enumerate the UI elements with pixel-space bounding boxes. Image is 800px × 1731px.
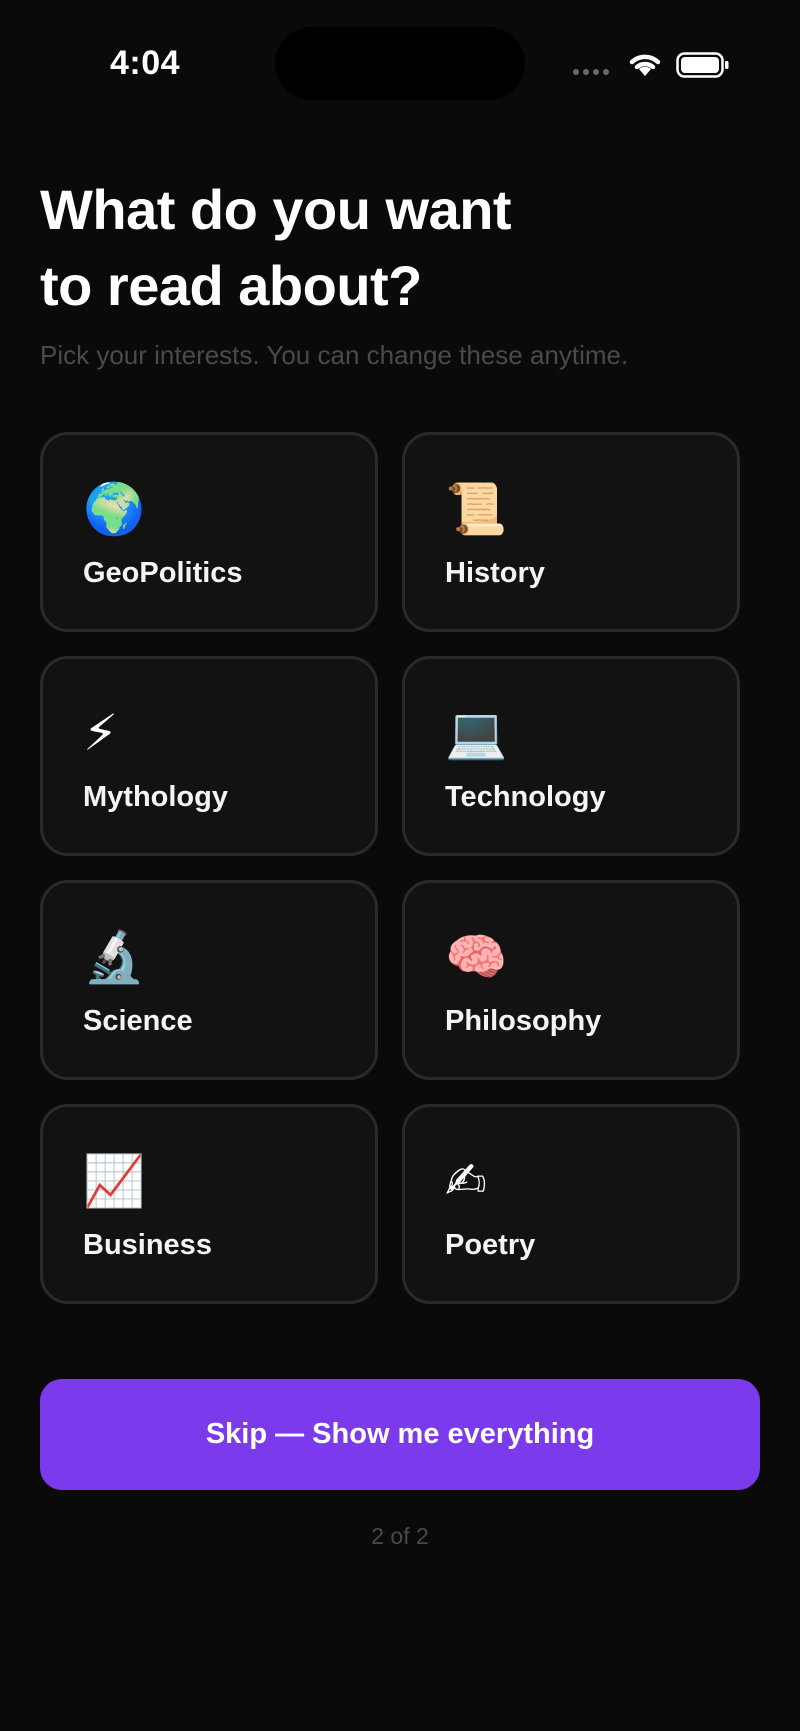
interest-label: Technology	[445, 781, 606, 813]
page-subtitle: Pick your interests. You can change thes…	[40, 340, 629, 370]
battery-icon	[676, 52, 729, 78]
dynamic-island	[275, 27, 525, 100]
globe-icon: 🌍	[83, 480, 146, 538]
chart-increasing-icon: 📈	[83, 1152, 146, 1210]
interest-card-business[interactable]: 📈 Business	[40, 1104, 378, 1304]
wifi-icon	[629, 54, 661, 76]
interest-grid: 🌍 GeoPolitics 📜 History ⚡ Mythology 💻 Te…	[40, 432, 740, 1304]
laptop-icon: 💻	[445, 704, 508, 762]
interest-label: Philosophy	[445, 1005, 602, 1037]
interest-card-poetry[interactable]: ✍ Poetry	[402, 1104, 740, 1304]
interest-card-history[interactable]: 📜 History	[402, 432, 740, 632]
interest-card-science[interactable]: 🔬 Science	[40, 880, 378, 1080]
interest-label: Poetry	[445, 1229, 536, 1261]
interest-card-geopolitics[interactable]: 🌍 GeoPolitics	[40, 432, 378, 632]
scroll-icon: 📜	[445, 480, 508, 538]
status-time: 4:04	[110, 44, 181, 82]
interest-card-mythology[interactable]: ⚡ Mythology	[40, 656, 378, 856]
interest-label: Science	[83, 1005, 193, 1037]
page-title: What do you want to read about?	[40, 172, 640, 324]
interest-card-technology[interactable]: 💻 Technology	[402, 656, 740, 856]
status-bar: 4:04	[0, 0, 800, 120]
lightning-icon: ⚡	[83, 704, 119, 762]
interest-label: Mythology	[83, 781, 228, 813]
interest-label: History	[445, 557, 545, 589]
brain-icon: 🧠	[445, 928, 508, 986]
page-title-line-1: What do you want	[40, 178, 512, 241]
cellular-signal-icon	[573, 69, 613, 77]
page-title-line-2: to read about?	[40, 254, 422, 317]
page-indicator: 2 of 2	[371, 1523, 429, 1549]
microscope-icon: 🔬	[83, 928, 146, 986]
writing-hand-icon: ✍	[445, 1152, 487, 1210]
interest-label: GeoPolitics	[83, 557, 243, 589]
interest-label: Business	[83, 1229, 212, 1261]
skip-show-everything-button[interactable]: Skip — Show me everything	[40, 1379, 760, 1490]
interest-card-philosophy[interactable]: 🧠 Philosophy	[402, 880, 740, 1080]
